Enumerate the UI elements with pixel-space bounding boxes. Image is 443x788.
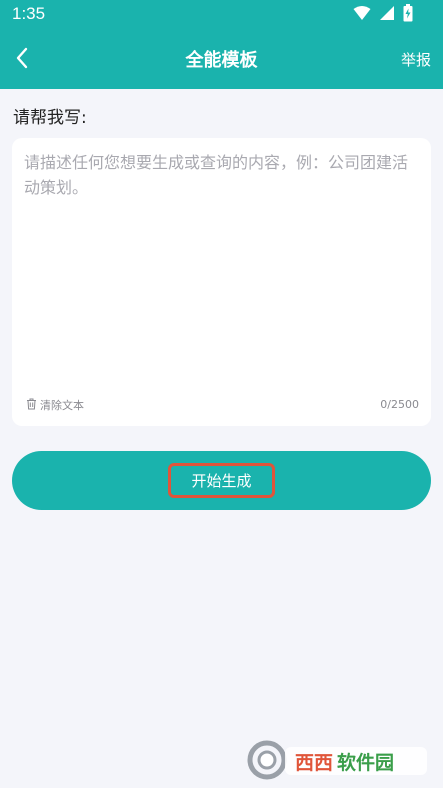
- report-button[interactable]: 举报: [401, 49, 431, 70]
- wifi-icon: [353, 5, 371, 25]
- signal-icon: [379, 5, 395, 25]
- char-count: 0/2500: [380, 398, 419, 411]
- battery-charging-icon: [403, 4, 413, 26]
- status-icons: [353, 4, 413, 26]
- input-card: 清除文本 0/2500: [12, 138, 431, 426]
- watermark-logo: 西西 软件园: [245, 738, 430, 782]
- nav-bar: 全能模板 举报: [0, 30, 443, 89]
- svg-text:软件园: 软件园: [337, 751, 394, 774]
- clear-text-label: 清除文本: [40, 399, 84, 412]
- generate-button[interactable]: 开始生成: [12, 451, 431, 510]
- app-header: 1:35 全能模板 举报: [0, 0, 443, 89]
- trash-icon: [26, 398, 37, 413]
- generate-button-label: 开始生成: [168, 463, 275, 498]
- prompt-label: 请帮我写:: [13, 108, 87, 128]
- content-input[interactable]: [24, 150, 420, 390]
- svg-text:西西: 西西: [295, 752, 333, 774]
- status-bar: 1:35: [0, 0, 443, 30]
- page-title: 全能模板: [185, 50, 258, 71]
- clear-text-button[interactable]: 清除文本: [26, 397, 84, 413]
- status-time: 1:35: [12, 4, 46, 23]
